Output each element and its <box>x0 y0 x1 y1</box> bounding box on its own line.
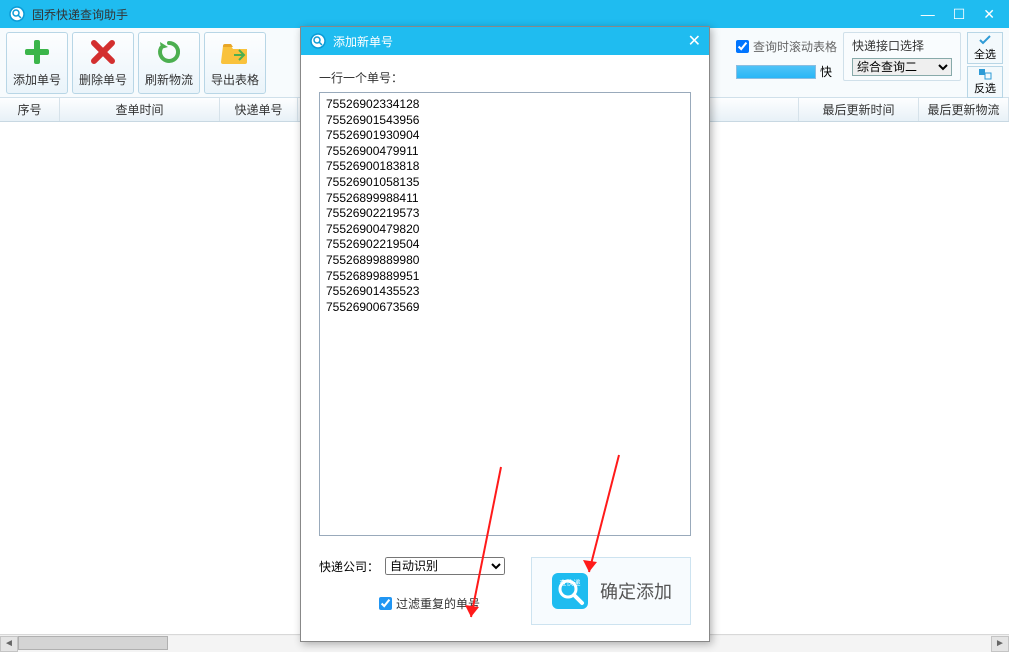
col-index[interactable]: 序号 <box>0 98 60 121</box>
refresh-icon <box>154 37 184 67</box>
scroll-right-button[interactable]: ► <box>991 636 1009 652</box>
add-label: 添加单号 <box>13 71 61 88</box>
scroll-check-label: 查询时滚动表格 <box>753 38 837 55</box>
check-icon <box>978 34 992 46</box>
api-select[interactable]: 综合查询二 <box>852 58 952 76</box>
speed-progress[interactable] <box>736 65 816 79</box>
svg-text:查快递: 查快递 <box>560 578 581 587</box>
x-icon <box>88 37 118 67</box>
filter-label: 过滤重复的单号 <box>396 595 480 612</box>
app-title: 固乔快递查询助手 <box>32 6 921 23</box>
invert-button[interactable]: 反选 <box>967 66 1003 98</box>
folder-icon <box>220 37 250 67</box>
dialog-bottom: 快递公司： 自动识别 过滤重复的单号 查快递 确定添加 <box>319 557 691 612</box>
add-button[interactable]: 添加单号 <box>6 32 68 94</box>
dialog-body: 一行一个单号： 快递公司： 自动识别 过滤重复的单号 查快递 确 <box>301 55 709 622</box>
refresh-label: 刷新物流 <box>145 71 193 88</box>
toolbar-right: 查询时滚动表格 快 快递接口选择 综合查询二 全选 反选 <box>736 32 1003 93</box>
refresh-button[interactable]: 刷新物流 <box>138 32 200 94</box>
filter-row[interactable]: 过滤重复的单号 <box>379 595 505 612</box>
scroll-checkbox[interactable] <box>736 40 749 53</box>
dialog-close-button[interactable]: ✕ <box>688 31 701 51</box>
scroll-checkbox-row[interactable]: 查询时滚动表格 <box>736 32 837 55</box>
api-title: 快递接口选择 <box>852 37 952 54</box>
dialog-title: 添加新单号 <box>333 33 688 50</box>
col-query-time[interactable]: 查单时间 <box>60 98 220 121</box>
delete-button[interactable]: 删除单号 <box>72 32 134 94</box>
invert-label: 反选 <box>974 80 996 96</box>
dialog-icon <box>309 32 327 50</box>
add-dialog: 添加新单号 ✕ 一行一个单号： 快递公司： 自动识别 过滤重复的单号 <box>300 26 710 642</box>
select-all-label: 全选 <box>974 46 996 62</box>
speed-label: 快 <box>820 63 832 80</box>
api-select-box: 快递接口选择 综合查询二 <box>843 32 961 81</box>
selection-buttons: 全选 反选 <box>967 32 1003 98</box>
company-row: 快递公司： 自动识别 <box>319 557 505 575</box>
col-last-logistics[interactable]: 最后更新物流 <box>919 98 1009 121</box>
col-tracking[interactable]: 快递单号 <box>220 98 298 121</box>
close-button[interactable]: ✕ <box>983 6 995 23</box>
numbers-label: 一行一个单号： <box>319 69 691 86</box>
invert-icon <box>978 68 992 80</box>
company-select[interactable]: 自动识别 <box>385 557 505 575</box>
confirm-add-button[interactable]: 查快递 确定添加 <box>531 557 691 625</box>
company-label: 快递公司： <box>319 558 379 575</box>
main-titlebar: 固乔快递查询助手 — ☐ ✕ <box>0 0 1009 28</box>
window-buttons: — ☐ ✕ <box>921 6 1001 23</box>
export-button[interactable]: 导出表格 <box>204 32 266 94</box>
col-last-update[interactable]: 最后更新时间 <box>799 98 919 121</box>
scroll-left-button[interactable]: ◄ <box>0 636 18 652</box>
progress-row: 快 <box>736 59 837 80</box>
delete-label: 删除单号 <box>79 71 127 88</box>
plus-icon <box>22 37 52 67</box>
select-all-button[interactable]: 全选 <box>967 32 1003 64</box>
filter-checkbox[interactable] <box>379 597 392 610</box>
scroll-thumb[interactable] <box>18 636 168 650</box>
search-express-icon: 查快递 <box>550 571 590 611</box>
maximize-button[interactable]: ☐ <box>953 6 966 23</box>
app-icon <box>8 5 26 23</box>
export-label: 导出表格 <box>211 71 259 88</box>
dialog-titlebar: 添加新单号 ✕ <box>301 27 709 55</box>
numbers-textarea[interactable] <box>319 92 691 536</box>
minimize-button[interactable]: — <box>921 6 935 23</box>
confirm-label: 确定添加 <box>600 578 672 604</box>
